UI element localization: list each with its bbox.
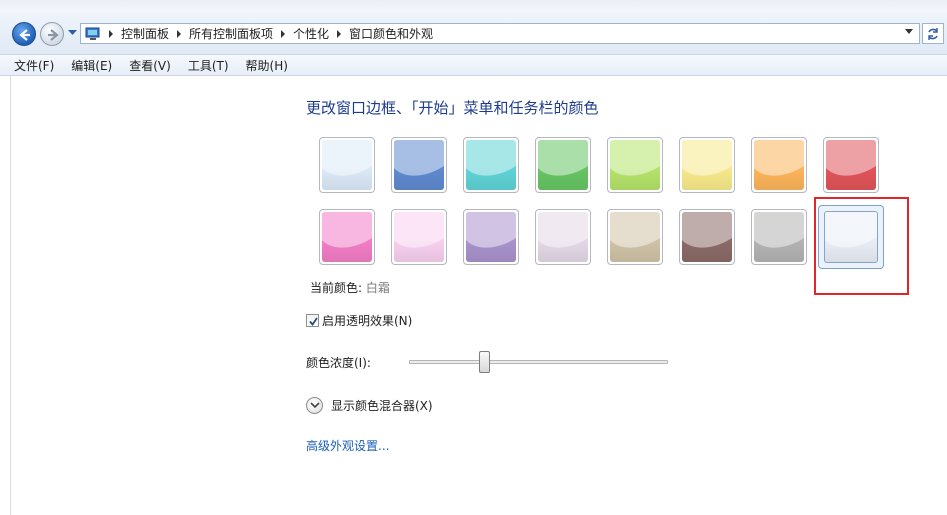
toolbar-top-edge [0,0,947,12]
menu-file[interactable]: 文件(F) [14,57,54,74]
color-swatch[interactable] [607,209,663,265]
color-tile [682,212,732,262]
intensity-slider-thumb[interactable] [478,351,490,373]
color-tile [538,140,588,190]
breadcrumb-all-items[interactable]: 所有控制面板项 [189,25,273,42]
color-tile [538,212,588,262]
pane-divider [10,76,11,515]
color-swatch[interactable] [391,209,447,265]
color-tile [394,212,444,262]
breadcrumb-separator [177,29,182,38]
checkmark-icon [309,317,318,326]
color-swatch[interactable] [319,137,375,193]
color-swatch[interactable] [679,209,735,265]
color-swatch[interactable] [319,209,375,265]
menu-view[interactable]: 查看(V) [129,57,171,74]
breadcrumb-separator [109,29,113,38]
recent-pages-dropdown-icon[interactable] [68,30,77,36]
color-swatch[interactable] [607,137,663,193]
intensity-label: 颜色浓度(I): [306,356,371,370]
color-tile [322,140,372,190]
color-swatch[interactable] [751,137,807,193]
color-swatch[interactable] [391,137,447,193]
current-color-value: 白霜 [365,281,390,295]
forward-arrow-icon [48,29,59,41]
breadcrumb-control-panel[interactable]: 控制面板 [121,25,169,42]
transparency-option[interactable]: 启用透明效果(N) [306,312,412,329]
address-dropdown-icon[interactable] [905,29,913,34]
intensity-slider-track[interactable] [409,360,668,364]
color-swatch[interactable] [679,137,735,193]
breadcrumb-separator [281,29,286,38]
color-swatch[interactable] [463,209,519,265]
color-tile [754,212,804,262]
refresh-button[interactable] [922,23,944,44]
color-tile [394,140,444,190]
color-tile [826,140,876,190]
current-color-label: 当前颜色: [310,281,366,295]
color-tile [610,140,660,190]
menu-help[interactable]: 帮助(H) [246,57,288,74]
color-swatch[interactable] [751,209,807,265]
menu-tools[interactable]: 工具(T) [188,57,229,74]
page-title: 更改窗口边框、「开始」菜单和任务栏的颜色 [306,99,599,117]
control-panel-icon [85,27,101,41]
color-mixer-label: 显示颜色混合器(X) [331,399,433,413]
menu-edit[interactable]: 编辑(E) [71,57,112,74]
menu-bar: 文件(F) 编辑(E) 查看(V) 工具(T) 帮助(H) [0,55,947,76]
breadcrumb-window-color[interactable]: 窗口颜色和外观 [349,25,433,42]
selection-highlight-box [814,197,909,295]
back-arrow-icon [19,29,30,41]
color-swatch[interactable] [535,209,591,265]
address-box[interactable]: 控制面板 所有控制面板项 个性化 窗口颜色和外观 [80,23,920,44]
back-button[interactable] [12,22,36,46]
forward-button[interactable] [40,22,64,46]
current-color: 当前颜色: 白霜 [310,279,390,296]
color-tile [466,212,516,262]
transparency-label: 启用透明效果(N) [322,314,413,328]
color-tile [682,140,732,190]
expand-button[interactable] [306,397,323,414]
color-tile [754,140,804,190]
advanced-appearance-link[interactable]: 高级外观设置... [306,437,389,454]
color-swatch[interactable] [823,137,879,193]
refresh-icon [928,27,938,40]
color-mixer-toggle[interactable]: 显示颜色混合器(X) [306,397,433,414]
color-swatch[interactable] [535,137,591,193]
chevron-down-icon [310,402,320,409]
breadcrumb-separator [337,29,342,38]
transparency-checkbox[interactable] [306,314,319,327]
breadcrumb-personalization[interactable]: 个性化 [293,25,329,42]
color-tile [322,212,372,262]
color-tile [610,212,660,262]
color-swatch[interactable] [463,137,519,193]
color-tile [466,140,516,190]
address-toolbar: 控制面板 所有控制面板项 个性化 窗口颜色和外观 [0,0,947,55]
